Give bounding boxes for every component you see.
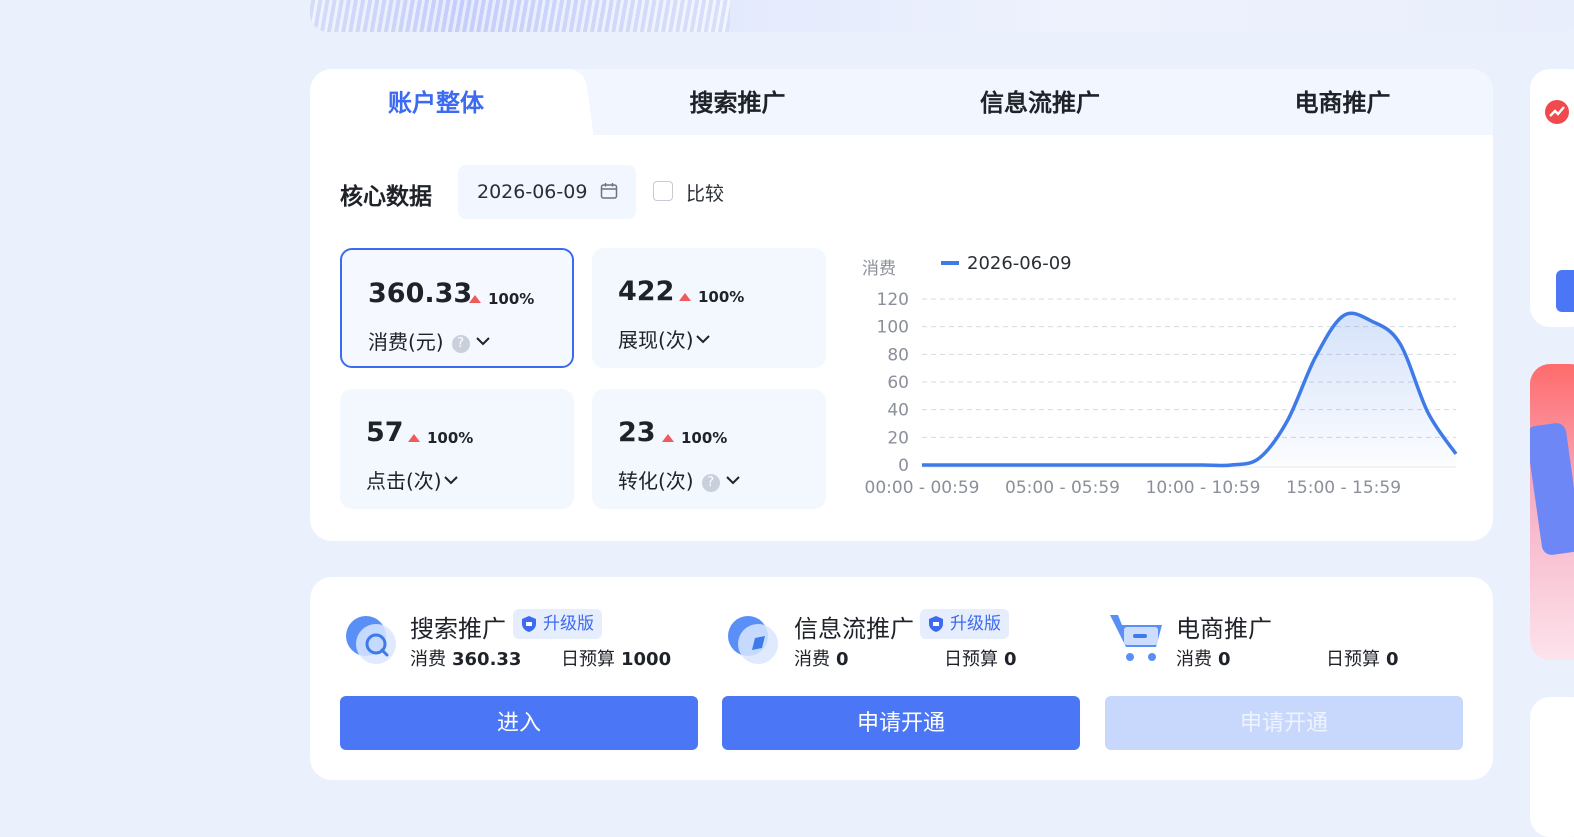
side-card-top [1530, 69, 1574, 327]
metric-card-conversions[interactable]: 23 100% 转化(次)? [592, 389, 826, 509]
chevron-down-icon[interactable] [695, 335, 710, 344]
apply-feed-button[interactable]: 申请开通 [722, 696, 1080, 750]
tab-account-overall[interactable]: 账户整体 [310, 69, 562, 135]
series-area [922, 313, 1456, 466]
top-banner [310, 0, 1574, 32]
chevron-down-icon[interactable] [443, 476, 458, 485]
help-icon[interactable]: ? [451, 335, 470, 353]
up-triangle-icon [662, 434, 674, 442]
calendar-icon [600, 183, 618, 199]
metric-change: 100% [408, 429, 473, 447]
side-card-bottom [1530, 697, 1574, 837]
promotion-products-card: 搜索推广 升级版 消费 360.33 日预算 1000 进入 信息流推广 升级版 消… [310, 577, 1493, 780]
tab-search-promotion[interactable]: 搜索推广 [620, 69, 855, 135]
trend-icon [1545, 100, 1569, 124]
upgrade-badge: 升级版 [920, 609, 1009, 639]
metric-change: 100% [662, 429, 727, 447]
tab-ecommerce-promotion[interactable]: 电商推广 [1225, 69, 1460, 135]
compare-label: 比较 [686, 183, 725, 205]
legend-swatch [941, 261, 959, 265]
y-tick-label: 80 [887, 345, 909, 365]
chevron-down-icon[interactable] [475, 337, 490, 346]
budget-stat: 日预算 0 [1326, 649, 1399, 670]
metric-change: 100% [679, 288, 744, 306]
shield-icon [929, 616, 943, 632]
spend-stat: 消费 0 [1176, 649, 1231, 670]
tab-feed-promotion[interactable]: 信息流推广 [915, 69, 1165, 135]
search-promo-icon [346, 616, 396, 664]
tab-bar: 账户整体 搜索推广 信息流推广 电商推广 [310, 69, 1493, 135]
account-overview-card: 账户整体 搜索推广 信息流推广 电商推广 核心数据 2026-06-09 比较 … [310, 69, 1493, 541]
metric-label: 点击(次) [366, 465, 458, 494]
shield-icon [522, 616, 536, 632]
product-name: 信息流推广 [794, 615, 914, 643]
metric-value: 360.33 [368, 278, 473, 309]
side-promo-banner[interactable] [1530, 364, 1574, 660]
spend-stat: 消费 0 [794, 649, 849, 670]
metric-card-impressions[interactable]: 422 100% 展现(次) [592, 248, 826, 368]
y-tick-label: 100 [877, 318, 909, 338]
side-action-button[interactable] [1556, 270, 1574, 312]
enter-button[interactable]: 进入 [340, 696, 698, 750]
metric-value: 57 [366, 417, 404, 448]
cart-icon [1110, 615, 1162, 661]
x-tick-label: 05:00 - 05:59 [1005, 478, 1120, 498]
budget-stat: 日预算 1000 [561, 649, 672, 670]
y-tick-label: 40 [887, 401, 909, 421]
metric-label: 展现(次) [618, 324, 710, 353]
feed-promo-icon [728, 616, 778, 664]
product-name: 电商推广 [1176, 615, 1272, 643]
y-tick-label: 0 [898, 456, 909, 476]
apply-ecommerce-button[interactable]: 申请开通 [1105, 696, 1463, 750]
core-data-title: 核心数据 [340, 184, 432, 210]
compare-checkbox[interactable] [653, 181, 673, 201]
y-tick-label: 120 [877, 290, 909, 310]
spend-line-chart: 消费 2026-06-09 0 20 40 60 80 100 120 00:00 - 00:59… [862, 253, 1458, 498]
x-tick-label: 10:00 - 10:59 [1146, 478, 1261, 498]
product-name: 搜索推广 [410, 615, 506, 643]
up-triangle-icon [469, 295, 481, 303]
budget-stat: 日预算 0 [944, 649, 1017, 670]
help-icon[interactable]: ? [701, 474, 720, 492]
upgrade-badge: 升级版 [513, 609, 602, 639]
metric-label: 转化(次)? [618, 465, 740, 494]
up-triangle-icon [408, 434, 420, 442]
metric-value: 23 [618, 417, 656, 448]
legend-label: 2026-06-09 [967, 253, 1072, 274]
metric-value: 422 [618, 276, 675, 307]
date-picker[interactable]: 2026-06-09 [458, 165, 636, 219]
metric-card-spend[interactable]: 360.33 100% 消费(元)? [340, 248, 574, 368]
chevron-down-icon[interactable] [725, 476, 740, 485]
metric-label: 消费(元)? [368, 326, 490, 355]
metric-card-clicks[interactable]: 57 100% 点击(次) [340, 389, 574, 509]
up-triangle-icon [679, 293, 691, 301]
y-axis-label: 消费 [862, 259, 896, 279]
y-tick-label: 20 [887, 428, 909, 448]
x-tick-label: 00:00 - 00:59 [865, 478, 980, 498]
promo-illustration [1530, 421, 1574, 557]
x-tick-label: 15:00 - 15:59 [1286, 478, 1401, 498]
spend-stat: 消费 360.33 [410, 649, 522, 670]
y-tick-label: 60 [887, 373, 909, 393]
date-value: 2026-06-09 [477, 181, 588, 203]
metric-change: 100% [469, 290, 534, 308]
